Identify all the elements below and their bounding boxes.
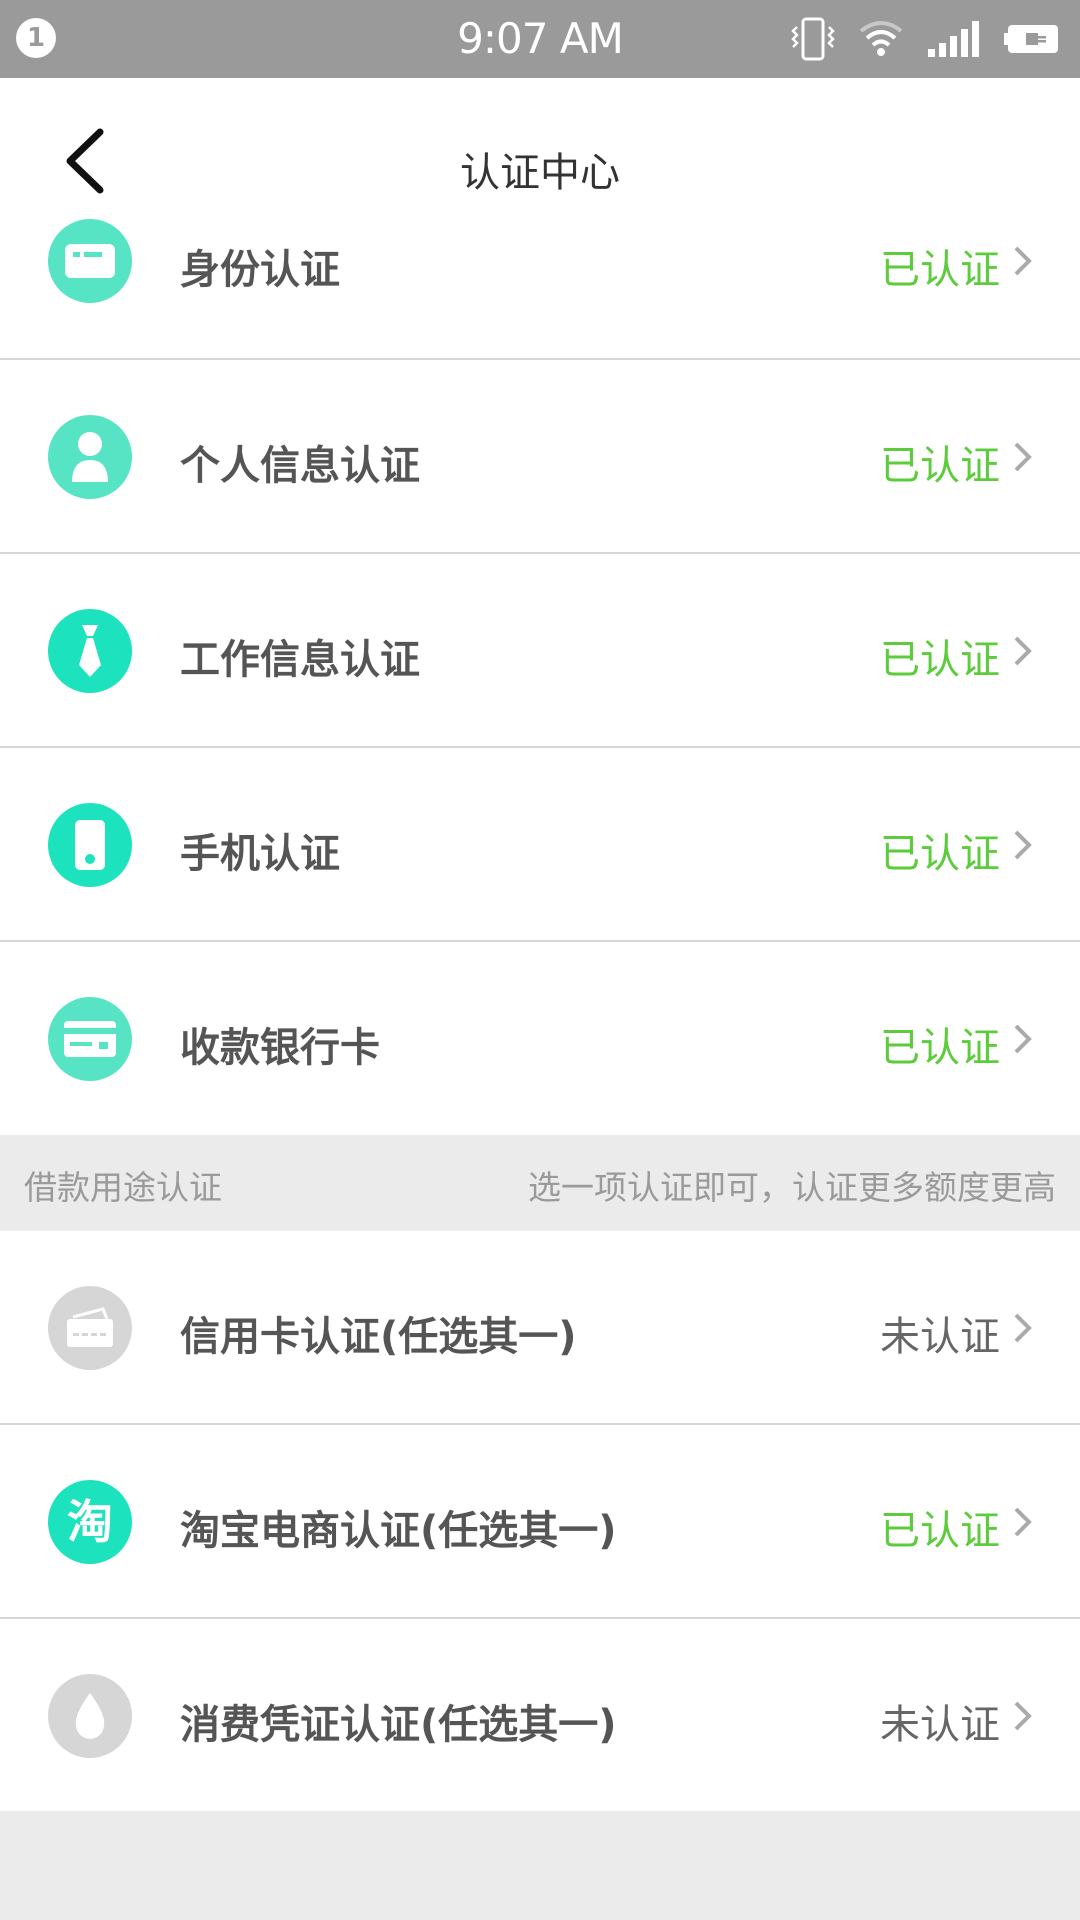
drop-icon [48,1674,132,1758]
status-icons [790,16,1062,62]
person-icon [48,415,132,499]
chevron-right-icon [1014,246,1032,276]
bank-card-icon [48,997,132,1081]
list-item-bank-card[interactable]: 收款银行卡 已认证 [0,942,1080,1136]
battery-icon [1004,25,1058,53]
section-title: 借款用途认证 [24,1168,222,1207]
chevron-right-icon [1014,1313,1032,1343]
status-verified: 已认证 [880,637,1000,683]
chevron-right-icon [1014,442,1032,472]
row-label: 信用卡认证(任选其一) [180,1314,577,1360]
taobao-icon-text: 淘 [67,1495,113,1549]
row-label: 个人信息认证 [180,443,420,489]
id-card-icon [48,219,132,303]
status-verified: 已认证 [880,831,1000,877]
status-verified: 已认证 [880,247,1000,293]
status-verified: 已认证 [880,443,1000,489]
chevron-right-icon [1014,830,1032,860]
section-hint: 选一项认证即可，认证更多额度更高 [528,1168,1056,1207]
row-label: 收款银行卡 [180,1025,380,1071]
list-item-personal-info[interactable]: 个人信息认证 已认证 [0,360,1080,554]
status-unverified: 未认证 [880,1314,1000,1360]
vibrate-icon [791,17,835,61]
list-item-work-info[interactable]: 工作信息认证 已认证 [0,554,1080,748]
row-label: 手机认证 [180,831,340,877]
list-item-consumption-receipt[interactable]: 消费凭证认证(任选其一) 未认证 [0,1619,1080,1813]
list-item-credit-card[interactable]: 信用卡认证(任选其一) 未认证 [0,1231,1080,1425]
wifi-icon [859,21,903,56]
credit-card-icon [48,1286,132,1370]
status-verified: 已认证 [880,1025,1000,1071]
status-verified: 已认证 [880,1508,1000,1554]
signal-icon [928,21,979,57]
taobao-icon: 淘 [48,1480,132,1564]
list-item-phone[interactable]: 手机认证 已认证 [0,748,1080,942]
section-header: 借款用途认证 选一项认证即可，认证更多额度更高 [0,1135,1080,1231]
tie-icon [48,609,132,693]
status-bar: 1 9:07 AM [0,0,1080,78]
chevron-right-icon [1014,1024,1032,1054]
chevron-right-icon [1014,1701,1032,1731]
chevron-right-icon [1014,636,1032,666]
required-list: 身份认证 已认证 个人信息认证 已认证 工作信息认证 已认证 手机认证 已认证 [0,219,1080,1136]
list-item-identity[interactable]: 身份认证 已认证 [0,164,1080,358]
optional-list: 信用卡认证(任选其一) 未认证 淘 淘宝电商认证(任选其一) 已认证 消费凭证认… [0,1231,1080,1811]
row-label: 工作信息认证 [180,637,420,683]
list-item-taobao[interactable]: 淘 淘宝电商认证(任选其一) 已认证 [0,1425,1080,1619]
chevron-right-icon [1014,1507,1032,1537]
row-label: 消费凭证认证(任选其一) [180,1702,617,1748]
phone-icon [48,803,132,887]
row-label: 淘宝电商认证(任选其一) [180,1508,617,1554]
status-unverified: 未认证 [880,1702,1000,1748]
row-label: 身份认证 [180,247,340,293]
